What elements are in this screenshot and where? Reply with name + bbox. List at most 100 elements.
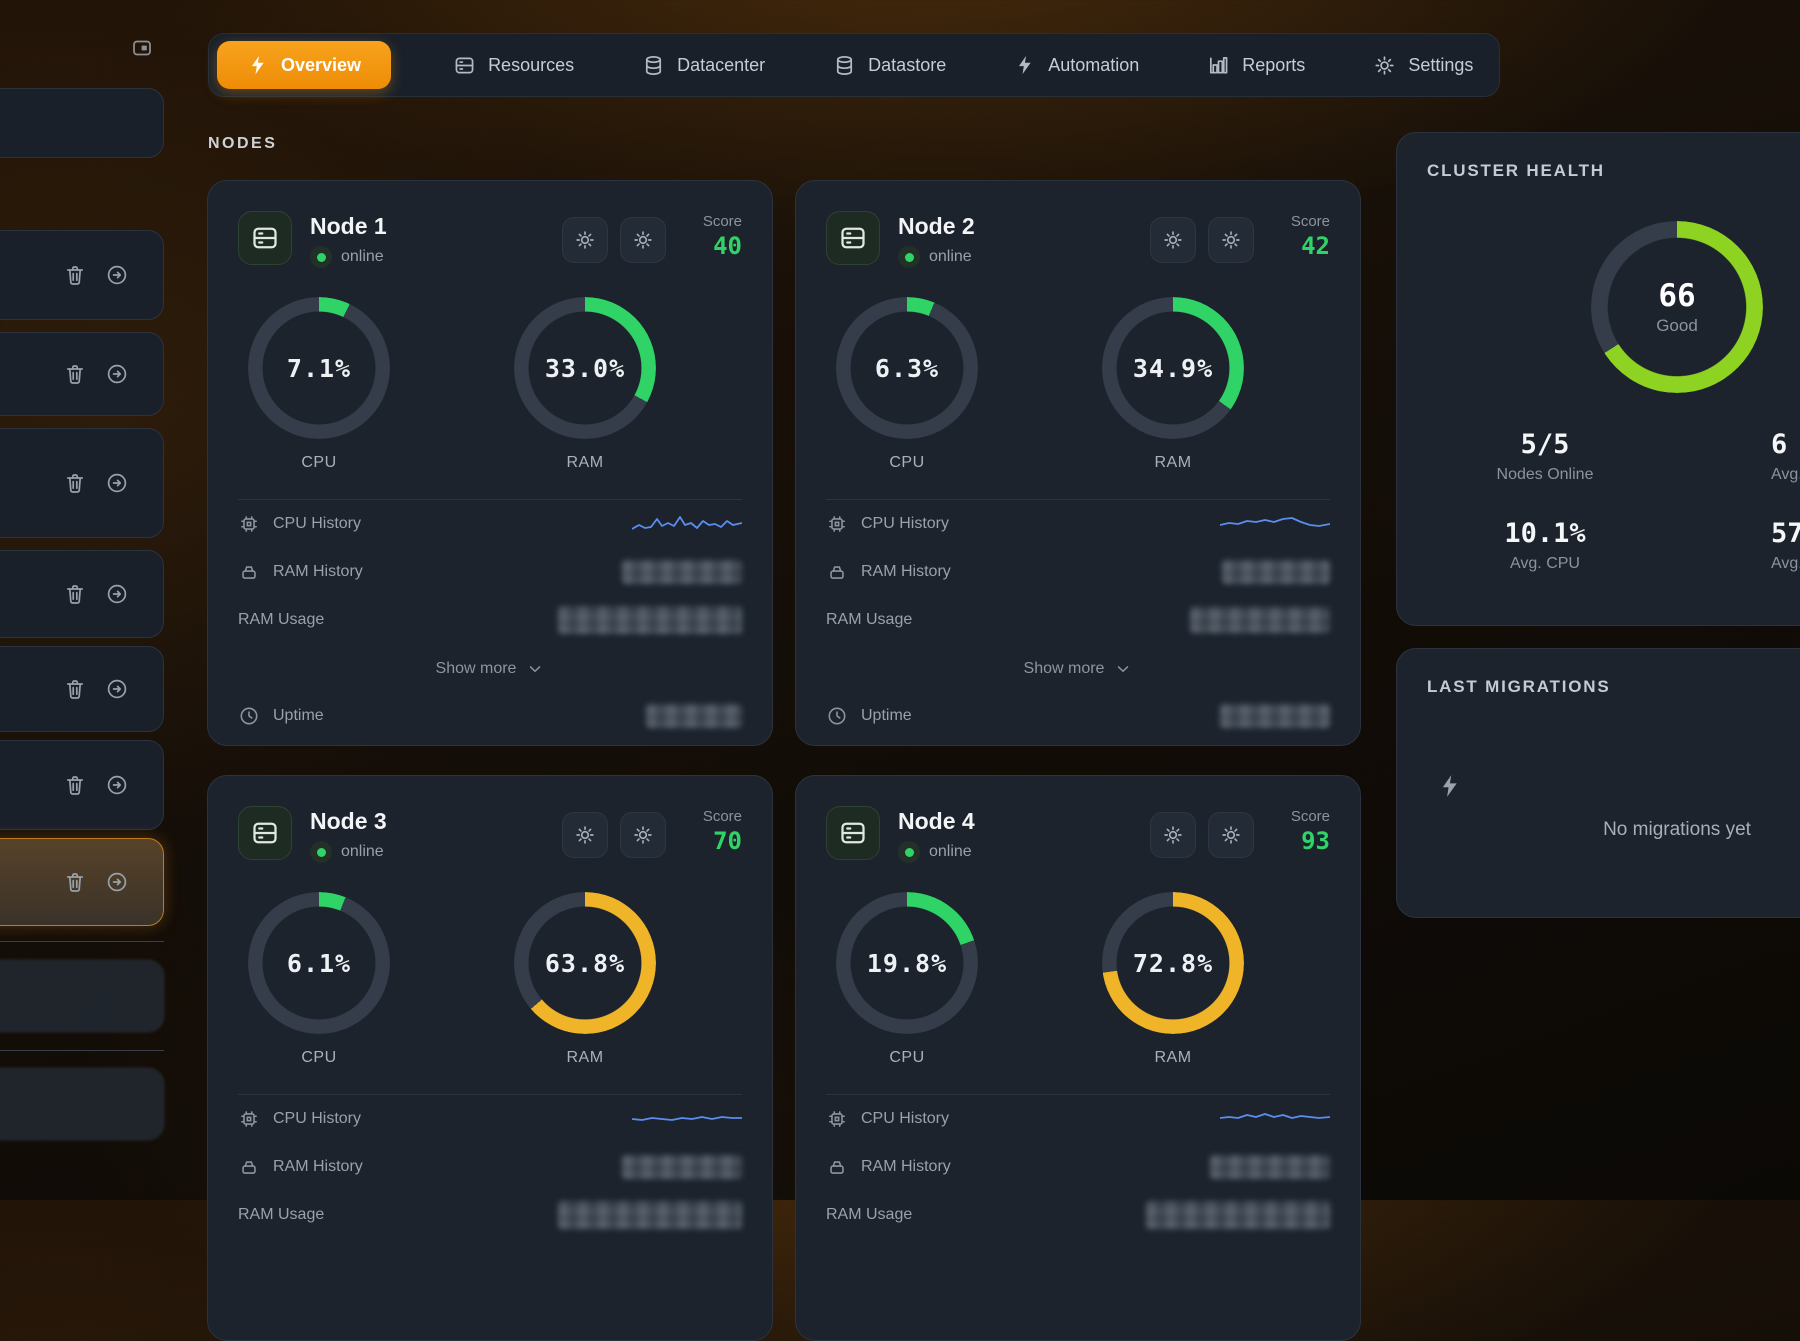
node-config-button[interactable] xyxy=(1208,812,1254,858)
online-status-dot xyxy=(310,246,332,268)
arrow-right-circle-icon[interactable] xyxy=(105,471,129,495)
node-card-header: Node 1 online Score 40 xyxy=(238,211,742,268)
ram-history-label: RAM History xyxy=(273,563,363,581)
tab-label: Reports xyxy=(1242,55,1305,76)
node-settings-button[interactable] xyxy=(1150,217,1196,263)
trash-icon[interactable] xyxy=(63,870,87,894)
node-config-button[interactable] xyxy=(620,812,666,858)
cpu-gauge: 6.3% xyxy=(836,297,978,439)
redacted-value xyxy=(558,1201,742,1229)
trash-icon[interactable] xyxy=(63,362,87,386)
sidebar-list-item[interactable] xyxy=(0,230,164,320)
ram-gauge-value: 33.0% xyxy=(514,297,656,439)
tab-datastore[interactable]: Datastore xyxy=(827,44,952,87)
server-icon xyxy=(238,806,292,860)
redacted-value xyxy=(1222,560,1330,584)
arrow-right-circle-icon[interactable] xyxy=(105,263,129,287)
cpu-chip-icon xyxy=(238,1108,260,1130)
chevron-down-icon xyxy=(526,660,544,678)
ram-usage-row: RAM Usage xyxy=(826,1191,1330,1239)
arrow-right-circle-icon[interactable] xyxy=(105,773,129,797)
redacted-value xyxy=(1220,704,1330,728)
section-title-nodes: NODES xyxy=(208,135,277,153)
cpu-gauge-value: 6.1% xyxy=(248,892,390,1034)
sidebar-list-item[interactable] xyxy=(0,332,164,416)
redacted-value xyxy=(646,704,742,728)
tab-settings[interactable]: Settings xyxy=(1367,44,1479,87)
sidebar-list-item[interactable] xyxy=(0,428,164,538)
node-settings-button[interactable] xyxy=(562,217,608,263)
ram-history-row: RAM History xyxy=(238,1143,742,1191)
node-card-header: Node 4 online Score 93 xyxy=(826,806,1330,863)
ram-gauge-label: RAM xyxy=(1083,454,1263,472)
ram-usage-label: RAM Usage xyxy=(238,611,324,629)
cluster-health-gauge: 66 Good xyxy=(1591,221,1763,393)
cpu-history-row: CPU History xyxy=(238,1095,742,1143)
database-icon xyxy=(833,54,856,77)
server-icon xyxy=(826,806,880,860)
cpu-gauge: 19.8% xyxy=(836,892,978,1034)
gear-icon xyxy=(1162,824,1184,846)
stat-avg-right-top: 6 Avg. xyxy=(1771,429,1800,484)
arrow-right-circle-icon[interactable] xyxy=(105,677,129,701)
cluster-score-status: Good xyxy=(1656,316,1698,336)
ram-icon xyxy=(238,1156,260,1178)
tab-datacenter[interactable]: Datacenter xyxy=(636,44,771,87)
show-more-button[interactable]: Show more xyxy=(436,660,545,678)
cpu-history-label: CPU History xyxy=(273,515,361,533)
online-status-dot xyxy=(898,841,920,863)
trash-icon[interactable] xyxy=(63,582,87,606)
sidebar-placeholder-item xyxy=(0,1068,164,1140)
cpu-history-sparkline xyxy=(1220,1105,1330,1133)
node-settings-button[interactable] xyxy=(1150,812,1196,858)
node-settings-button[interactable] xyxy=(562,812,608,858)
redacted-value xyxy=(1190,607,1330,633)
ram-usage-label: RAM Usage xyxy=(826,1206,912,1224)
sidebar-list-item-selected[interactable] xyxy=(0,838,164,926)
gear-icon xyxy=(574,229,596,251)
lightning-icon xyxy=(1014,54,1036,76)
trash-icon[interactable] xyxy=(63,263,87,287)
arrow-right-circle-icon[interactable] xyxy=(105,870,129,894)
tab-label: Datacenter xyxy=(677,55,765,76)
sidebar-list-item[interactable] xyxy=(0,740,164,830)
ram-gauge: 72.8% xyxy=(1102,892,1244,1034)
score-label: Score xyxy=(686,213,742,230)
cpu-gauge-label: CPU xyxy=(229,454,409,472)
cpu-gauge-value: 19.8% xyxy=(836,892,978,1034)
tab-automation[interactable]: Automation xyxy=(1008,44,1145,86)
score-value: 42 xyxy=(1274,232,1330,260)
tab-reports[interactable]: Reports xyxy=(1201,44,1311,87)
node-status-label: online xyxy=(341,248,384,266)
node-config-button[interactable] xyxy=(1208,217,1254,263)
node-name: Node 1 xyxy=(310,213,387,240)
sidebar-list-item[interactable] xyxy=(0,646,164,732)
score-value: 40 xyxy=(686,232,742,260)
node-status-label: online xyxy=(929,248,972,266)
tab-overview[interactable]: Overview xyxy=(217,41,391,89)
arrow-right-circle-icon[interactable] xyxy=(105,362,129,386)
stat-label: Avg. xyxy=(1771,466,1800,484)
trash-icon[interactable] xyxy=(63,677,87,701)
ram-history-row: RAM History xyxy=(826,1143,1330,1191)
ram-history-row: RAM History xyxy=(826,548,1330,596)
redacted-value xyxy=(558,606,742,634)
ram-gauge: 63.8% xyxy=(514,892,656,1034)
panel-toggle-icon[interactable] xyxy=(130,36,154,60)
tab-label: Datastore xyxy=(868,55,946,76)
tab-resources[interactable]: Resources xyxy=(447,44,580,87)
arrow-right-circle-icon[interactable] xyxy=(105,582,129,606)
node-status-label: online xyxy=(341,843,384,861)
node-config-button[interactable] xyxy=(620,217,666,263)
sidebar-divider xyxy=(0,1050,164,1051)
ram-gauge-label: RAM xyxy=(495,454,675,472)
ram-usage-label: RAM Usage xyxy=(826,611,912,629)
stat-value: 6 xyxy=(1771,429,1800,460)
trash-icon[interactable] xyxy=(63,773,87,797)
stat-value: 5/5 xyxy=(1465,429,1625,460)
show-more-button[interactable]: Show more xyxy=(1024,660,1133,678)
sidebar-list-item[interactable] xyxy=(0,550,164,638)
sidebar-placeholder-item xyxy=(0,960,164,1032)
trash-icon[interactable] xyxy=(63,471,87,495)
sidebar-list-item[interactable] xyxy=(0,88,164,158)
